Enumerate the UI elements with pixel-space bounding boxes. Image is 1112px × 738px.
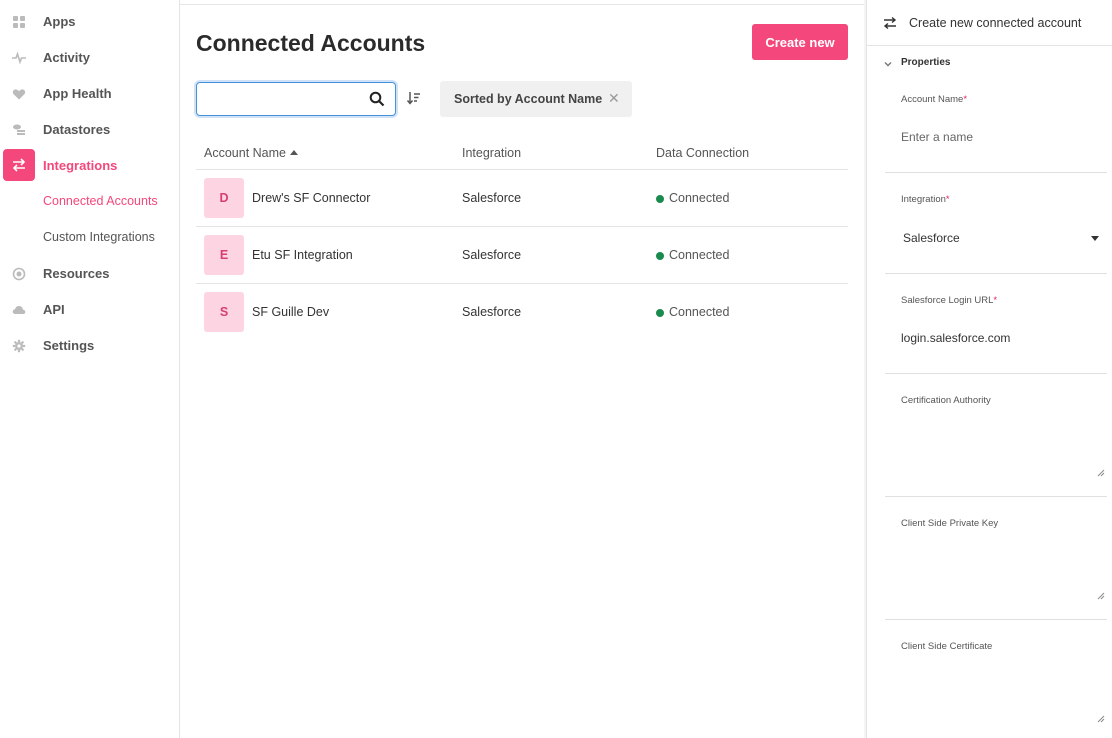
sidebar-item-label: API [43, 301, 65, 317]
main-content: Connected Accounts Create new Sorted by … [180, 0, 865, 738]
sidebar-item-label: Resources [43, 265, 110, 281]
sidebar-item-resources[interactable]: Resources [0, 257, 179, 289]
sidebar-item-label: Apps [43, 13, 76, 29]
integration-label: Integration* [901, 194, 950, 205]
panel-title: Create new connected account [909, 16, 1082, 30]
sidebar-item-app-health[interactable]: App Health [0, 77, 179, 109]
integration-cell: Salesforce [462, 191, 522, 205]
table-row[interactable]: E Etu SF Integration Salesforce Connecte… [196, 227, 848, 284]
cloud-icon [10, 301, 27, 318]
status-dot-icon [656, 252, 664, 260]
sidebar: Apps Activity App Health Datastores Inte… [0, 0, 180, 738]
integration-select[interactable]: Salesforce [903, 231, 960, 245]
top-divider [180, 4, 865, 5]
table-row[interactable]: D Drew's SF Connector Salesforce Connect… [196, 170, 848, 227]
sidebar-subitem-custom-integrations[interactable]: Custom Integrations [43, 230, 155, 244]
avatar: E [204, 235, 244, 275]
sort-ascending-icon [290, 150, 298, 155]
sidebar-item-label: App Health [43, 85, 112, 101]
status-cell: Connected [669, 305, 730, 319]
cert-authority-label: Certification Authority [901, 395, 991, 406]
status-dot-icon [656, 195, 664, 203]
account-name-cell: Drew's SF Connector [252, 191, 371, 205]
sidebar-item-label: Activity [43, 49, 90, 65]
sidebar-item-activity[interactable]: Activity [0, 41, 179, 73]
avatar: D [204, 178, 244, 218]
heart-icon [10, 85, 27, 102]
properties-section-title[interactable]: Properties [901, 57, 950, 68]
panel-header: Create new connected account [867, 0, 1112, 46]
private-key-label: Client Side Private Key [901, 518, 999, 529]
sidebar-item-label: Integrations [43, 157, 118, 173]
field-underline [885, 619, 1107, 620]
sort-chip-label: Sorted by Account Name [454, 92, 603, 106]
column-header-integration[interactable]: Integration [462, 146, 521, 160]
status-dot-icon [656, 309, 664, 317]
search-input[interactable] [203, 89, 363, 109]
close-icon[interactable]: ✕ [608, 90, 620, 107]
field-underline [885, 172, 1107, 173]
search-box [196, 82, 396, 116]
search-icon[interactable] [369, 91, 385, 107]
create-account-panel: Create new connected account Properties … [866, 0, 1112, 738]
account-name-field[interactable]: Enter a name [901, 130, 973, 144]
client-cert-label: Client Side Certificate [901, 641, 993, 652]
sidebar-item-settings[interactable]: Settings [0, 329, 179, 361]
resize-handle-icon[interactable] [1097, 715, 1105, 723]
login-url-label: Salesforce Login URL* [901, 295, 998, 306]
chevron-down-icon[interactable] [883, 59, 893, 69]
field-underline [885, 373, 1107, 374]
column-header-account-name[interactable]: Account Name [204, 146, 286, 160]
sort-order-icon[interactable] [406, 90, 422, 106]
table-row[interactable]: S SF Guille Dev Salesforce Connected [196, 284, 848, 341]
sidebar-item-integrations[interactable]: Integrations [0, 149, 179, 181]
datastores-icon [10, 121, 27, 138]
create-new-button[interactable]: Create new [752, 24, 848, 60]
account-name-cell: Etu SF Integration [252, 248, 353, 262]
account-name-cell: SF Guille Dev [252, 305, 330, 319]
sidebar-item-label: Settings [43, 337, 95, 353]
gear-icon [10, 337, 27, 354]
status-cell: Connected [669, 248, 730, 262]
avatar: S [204, 292, 244, 332]
field-underline [885, 496, 1107, 497]
resize-handle-icon[interactable] [1097, 592, 1105, 600]
sidebar-item-datastores[interactable]: Datastores [0, 113, 179, 145]
field-underline [885, 273, 1107, 274]
integration-cell: Salesforce [462, 248, 522, 262]
activity-pulse-icon [10, 49, 27, 66]
sidebar-item-label: Datastores [43, 121, 111, 137]
column-header-data-connection[interactable]: Data Connection [656, 146, 749, 160]
integrations-arrows-icon [3, 149, 35, 181]
integrations-arrows-icon [883, 16, 897, 30]
apps-grid-icon [10, 13, 27, 30]
sidebar-subitem-connected-accounts[interactable]: Connected Accounts [43, 194, 158, 208]
page-title: Connected Accounts [196, 30, 426, 56]
sidebar-item-apps[interactable]: Apps [0, 5, 179, 37]
sidebar-item-api[interactable]: API [0, 293, 179, 325]
status-cell: Connected [669, 191, 730, 205]
app-root: Apps Activity App Health Datastores Inte… [0, 0, 1112, 738]
resize-handle-icon[interactable] [1097, 469, 1105, 477]
integration-cell: Salesforce [462, 305, 522, 319]
dropdown-caret-icon[interactable] [1091, 236, 1099, 241]
login-url-field[interactable]: login.salesforce.com [901, 331, 1010, 345]
account-name-label: Account Name* [901, 94, 968, 105]
resources-target-icon [10, 265, 27, 282]
sort-chip: Sorted by Account Name ✕ [440, 81, 632, 117]
